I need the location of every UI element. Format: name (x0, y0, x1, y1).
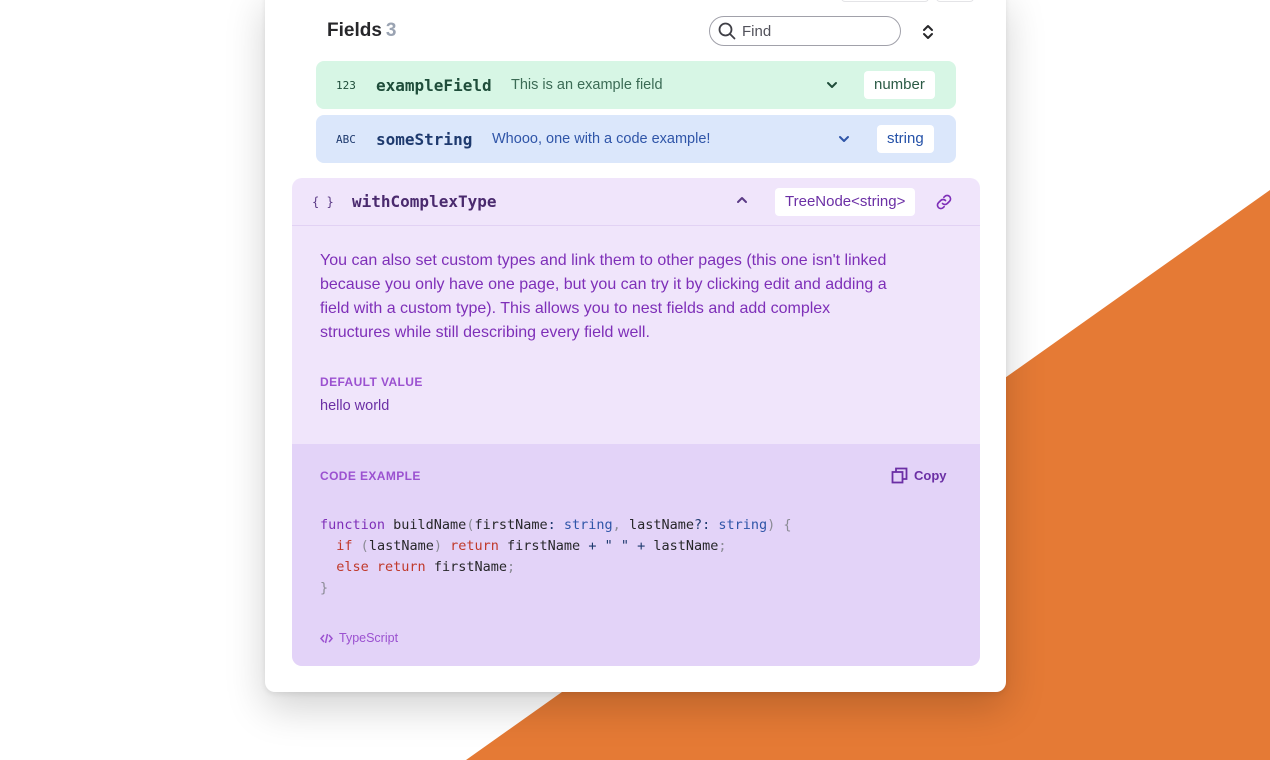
code-example: CODE EXAMPLE Copy function buildName(fir… (292, 444, 980, 666)
field-description: This is an example field (511, 77, 663, 93)
type-badge: string (877, 125, 934, 153)
field-row-examplefield[interactable]: 123 exampleField This is an example fiel… (316, 61, 956, 109)
language-label: TypeScript (320, 631, 398, 645)
code-example-label: CODE EXAMPLE (320, 469, 421, 483)
copy-button[interactable]: Copy (891, 467, 947, 484)
field-row-withcomplextype: { } withComplexType TreeNode<string> You… (292, 178, 980, 666)
field-name: withComplexType (352, 192, 497, 211)
fields-count: 3 (385, 20, 397, 41)
field-name: exampleField (376, 75, 492, 95)
fields-header: Fields 3 (327, 20, 396, 42)
copy-icon (891, 467, 908, 484)
code-icon (320, 633, 333, 643)
toolbar-button-stub (936, 0, 974, 2)
sort-updown-icon[interactable] (921, 23, 935, 41)
string-type-icon: ABC (336, 132, 356, 146)
chevron-down-icon[interactable] (838, 134, 850, 144)
copy-label: Copy (914, 468, 947, 483)
search-input[interactable] (742, 22, 892, 40)
field-row-somestring[interactable]: ABC someString Whooo, one with a code ex… (316, 115, 956, 163)
language-name: TypeScript (339, 631, 399, 645)
object-type-icon: { } (312, 195, 334, 209)
search-icon (718, 22, 736, 40)
fields-panel: Fields3 123 exampleField This is an exam… (265, 0, 1006, 692)
code-block: function buildName(firstName: string, la… (320, 517, 792, 596)
default-value-label: DEFAULT VALUE (320, 375, 423, 389)
default-value: hello world (320, 398, 390, 414)
link-icon[interactable] (935, 193, 953, 211)
number-type-icon: 123 (336, 78, 356, 92)
field-name: someString (376, 129, 473, 149)
fields-title: Fields (327, 20, 382, 41)
field-description: You can also set custom types and link t… (320, 252, 887, 341)
type-badge: number (864, 71, 935, 99)
field-description: Whooo, one with a code example! (492, 131, 711, 147)
type-badge[interactable]: TreeNode<string> (775, 188, 916, 216)
chevron-down-icon[interactable] (826, 80, 838, 90)
search-box[interactable] (709, 16, 901, 46)
toolbar-button-stub (841, 0, 929, 2)
field-header[interactable]: { } withComplexType TreeNode<string> (292, 178, 980, 226)
chevron-up-icon[interactable] (736, 195, 748, 205)
